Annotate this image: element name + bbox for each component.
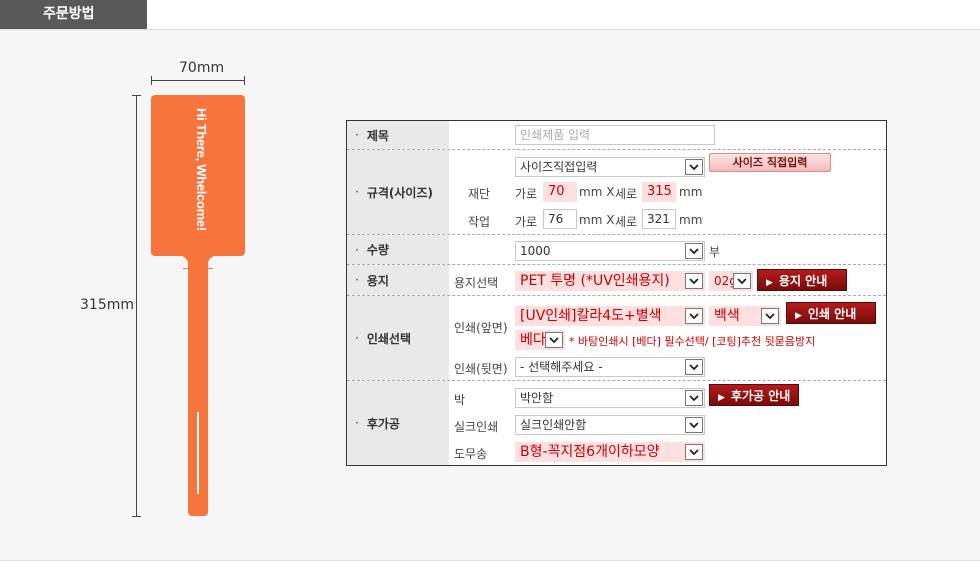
chevron-down-icon — [685, 417, 703, 433]
cut-height-input[interactable]: 315 — [642, 182, 676, 202]
silk-label: 실크인쇄 — [454, 420, 499, 434]
work-height-label: 세로 — [615, 215, 638, 229]
width-dimension-label: 70mm — [179, 60, 225, 76]
row-label-paper: · 용지 — [347, 265, 449, 295]
row-label-quantity: · 수량 — [347, 235, 449, 264]
print-note: * 바탕인쇄시 [베다] 필수선택/ [코팅]추천 뒷묻음방지 — [569, 335, 816, 348]
play-icon: ▶ — [795, 311, 802, 321]
print-color-select[interactable]: 백색 — [709, 306, 781, 326]
row-quantity: · 수량 1000 부 — [347, 235, 886, 265]
chevron-down-icon — [685, 390, 703, 406]
print-front-label: 인쇄(앞면) — [454, 321, 508, 335]
height-dimension-label: 315mm — [80, 297, 134, 313]
title-input[interactable]: 인쇄제품 입력 — [515, 125, 715, 145]
tag-neck-notch-right — [208, 256, 218, 268]
row-size: · 규격(사이즈) 사이즈직접입력 사이즈 직접입력 재단 가로 70 mm X … — [347, 150, 886, 235]
height-dimension-tick-bottom — [132, 516, 141, 517]
row-paper: · 용지 용지선택 PET 투명 (*UV인쇄용지) 02g ▶ 용지 안내 — [347, 265, 886, 296]
play-icon: ▶ — [718, 393, 725, 403]
foil-select[interactable]: 박안함 — [515, 388, 705, 408]
height-dimension-line — [136, 95, 137, 516]
width-dimension-tick-right — [244, 76, 245, 85]
beta-select[interactable]: 베다 — [515, 330, 565, 350]
tag-text: Hi There, Whelcome! — [194, 108, 209, 231]
tag-slit — [197, 412, 199, 494]
cut-height-unit: mm — [679, 185, 703, 199]
foil-label: 박 — [454, 393, 466, 407]
chevron-down-icon — [685, 159, 703, 175]
height-dimension-tick-top — [132, 95, 141, 96]
print-back-label: 인쇄(뒷면) — [454, 362, 508, 376]
chevron-down-icon — [761, 308, 779, 324]
size-direct-input-button[interactable]: 사이즈 직접입력 — [709, 153, 831, 172]
work-width-input[interactable]: 76 — [543, 209, 577, 229]
quantity-unit: 부 — [709, 245, 721, 259]
work-label: 작업 — [468, 215, 491, 229]
cut-width-input[interactable]: 70 — [543, 182, 577, 202]
row-title: · 제목 인쇄제품 입력 — [347, 121, 886, 150]
width-dimension-tick-left — [151, 76, 152, 85]
work-width-unit: mm X — [579, 213, 615, 227]
paper-select[interactable]: PET 투명 (*UV인쇄용지) — [515, 271, 705, 291]
work-height-input[interactable]: 321 — [642, 209, 676, 229]
row-print: · 인쇄선택 인쇄(앞면) [UV인쇄]칼라4도+별색 백색 ▶ 인쇄 안내 베다 … — [347, 296, 886, 381]
cut-height-label: 세로 — [615, 187, 638, 201]
top-bar: 주문방법 — [0, 0, 980, 30]
paper-select-label: 용지선택 — [454, 276, 499, 290]
chevron-down-icon — [685, 308, 703, 324]
print-front-select[interactable]: [UV인쇄]칼라4도+별색 — [515, 306, 705, 326]
row-post-processing: · 후가공 박 박안함 ▶ 후가공 안내 실크인쇄 실크인쇄안함 도무송 B형-꼭지… — [347, 381, 886, 465]
post-processing-guide-button[interactable]: ▶ 후가공 안내 — [709, 384, 799, 406]
cut-width-unit: mm X — [579, 185, 615, 199]
row-label-print: · 인쇄선택 — [347, 296, 449, 380]
die-cut-select[interactable]: B형-꼭지점6개이하모양 — [515, 442, 705, 462]
row-label-size: · 규격(사이즈) — [347, 150, 449, 234]
cut-label: 재단 — [468, 187, 491, 201]
chevron-down-icon — [685, 444, 703, 460]
print-back-select[interactable]: - 선택해주세요 - — [515, 357, 705, 377]
quantity-select[interactable]: 1000 — [515, 241, 705, 261]
print-guide-button[interactable]: ▶ 인쇄 안내 — [786, 302, 876, 324]
work-height-unit: mm — [679, 213, 703, 227]
chevron-down-icon — [685, 273, 703, 289]
work-width-label: 가로 — [515, 215, 538, 229]
cut-width-label: 가로 — [515, 187, 538, 201]
chevron-down-icon — [685, 243, 703, 259]
chevron-down-icon — [545, 332, 563, 348]
size-select[interactable]: 사이즈직접입력 — [515, 157, 705, 177]
silk-select[interactable]: 실크인쇄안함 — [515, 415, 705, 435]
chevron-down-icon — [733, 273, 751, 289]
paper-guide-button[interactable]: ▶ 용지 안내 — [757, 269, 847, 291]
order-form: · 제목 인쇄제품 입력 · 규격(사이즈) 사이즈직접입력 사이즈 직접입력 재단… — [346, 120, 887, 466]
paper-weight-select[interactable]: 02g — [709, 271, 753, 291]
row-label-title: · 제목 — [347, 121, 449, 149]
row-label-post-processing: · 후가공 — [347, 381, 449, 465]
page-title: 주문방법 — [0, 0, 147, 29]
width-dimension-line — [151, 80, 245, 81]
chevron-down-icon — [685, 359, 703, 375]
die-cut-label: 도무송 — [454, 447, 488, 461]
play-icon: ▶ — [766, 278, 773, 288]
